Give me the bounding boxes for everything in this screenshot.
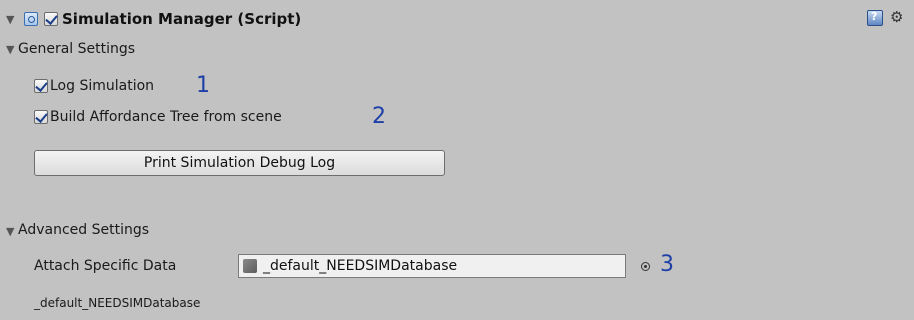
annotation-number-2: 2: [372, 104, 386, 129]
footer-database-name: _default_NEEDSIMDatabase: [34, 296, 201, 310]
object-picker-icon[interactable]: [641, 262, 650, 271]
general-settings-fold-icon[interactable]: ▼: [6, 43, 14, 57]
asset-icon: [243, 259, 257, 273]
attach-specific-data-field[interactable]: _default_NEEDSIMDatabase: [238, 254, 626, 278]
component-title: Simulation Manager (Script): [62, 10, 302, 28]
component-enabled-checkbox[interactable]: [44, 12, 58, 26]
build-affordance-label: Build Affordance Tree from scene: [50, 109, 282, 125]
annotation-number-1: 1: [196, 73, 210, 98]
script-icon: [24, 12, 38, 26]
help-icon[interactable]: [867, 10, 883, 26]
attach-specific-data-value: _default_NEEDSIMDatabase: [263, 258, 458, 274]
advanced-settings-fold-icon[interactable]: ▼: [6, 225, 14, 239]
log-simulation-checkbox[interactable]: [34, 79, 48, 93]
log-simulation-label: Log Simulation: [50, 78, 155, 94]
attach-specific-data-label: Attach Specific Data: [34, 258, 177, 274]
general-settings-foldout[interactable]: General Settings: [18, 40, 135, 58]
advanced-settings-foldout[interactable]: Advanced Settings: [18, 221, 149, 239]
gear-icon[interactable]: ⚙: [890, 9, 903, 25]
build-affordance-checkbox[interactable]: [34, 110, 48, 124]
print-simulation-debug-log-button[interactable]: Print Simulation Debug Log: [34, 150, 445, 176]
annotation-number-3: 3: [660, 252, 674, 277]
component-fold-icon[interactable]: ▼: [6, 13, 14, 27]
